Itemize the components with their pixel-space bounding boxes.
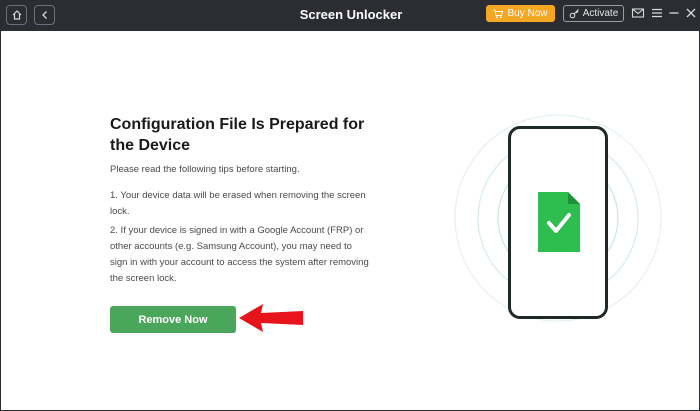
home-icon	[12, 10, 21, 20]
red-arrow-annotation	[239, 304, 303, 332]
buy-now-label: Buy Now	[507, 8, 548, 19]
remove-now-button[interactable]: Remove Now	[110, 306, 236, 333]
file-check-icon	[538, 192, 580, 252]
home-button[interactable]	[6, 5, 27, 25]
title-bar: Screen Unlocker Buy Now Activate	[1, 1, 699, 31]
intro-text: Please read the following tips before st…	[110, 164, 300, 175]
activate-button[interactable]: Activate	[563, 5, 624, 22]
buy-now-button[interactable]: Buy Now	[486, 5, 555, 22]
back-button[interactable]	[34, 5, 55, 25]
app-window: Screen Unlocker Buy Now Activate Configu…	[0, 0, 700, 411]
page-title: Configuration File Is Prepared for the D…	[110, 116, 365, 154]
tip-item: 1. Your device data will be erased when …	[110, 190, 366, 217]
mail-icon[interactable]	[631, 6, 645, 20]
minimize-icon[interactable]	[667, 6, 681, 20]
cart-icon	[493, 9, 504, 18]
key-icon	[569, 9, 579, 19]
activate-label: Activate	[582, 8, 619, 19]
close-icon[interactable]	[684, 6, 698, 20]
tip-item: 2. If your device is signed in with a Go…	[110, 225, 369, 284]
hamburger-menu-icon[interactable]	[650, 6, 664, 20]
back-arrow-icon	[41, 11, 47, 19]
